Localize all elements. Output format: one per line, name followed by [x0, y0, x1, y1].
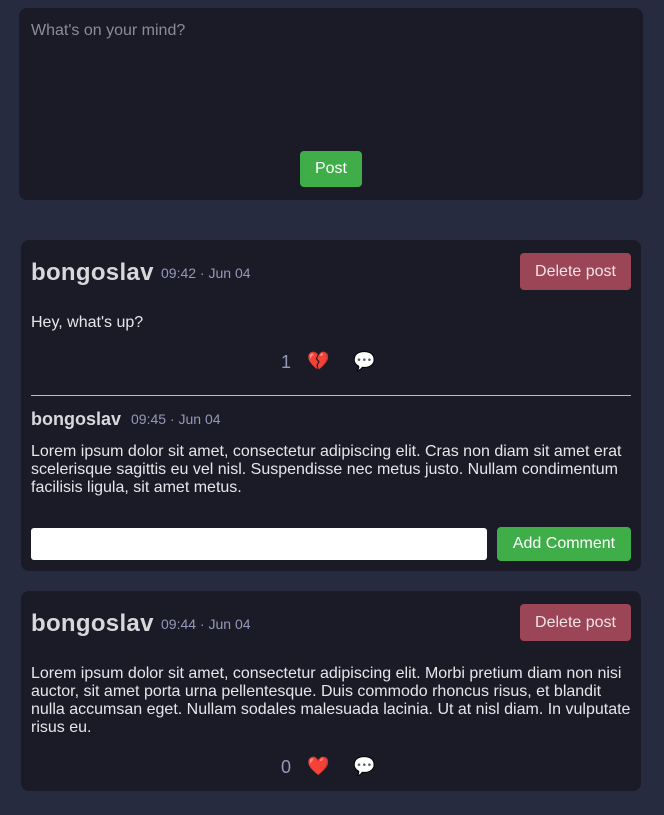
comment-author[interactable]: bongoslav — [31, 409, 121, 430]
broken-heart-icon[interactable]: 💔 — [307, 351, 329, 372]
like-count: 0 — [281, 757, 292, 777]
comment-timestamp: 09:45 · Jun 04 — [131, 411, 221, 427]
post-reactions: 0 ❤️ 💬 — [21, 756, 641, 780]
new-post-composer: Post — [19, 8, 643, 200]
comments-divider — [31, 395, 631, 396]
post-body: Hey, what's up? — [31, 314, 144, 331]
post-card: bongoslav 09:44 · Jun 04 Delete post Lor… — [21, 591, 641, 791]
post-author[interactable]: bongoslav — [31, 610, 154, 638]
add-comment-button[interactable]: Add Comment — [497, 527, 631, 561]
delete-post-button[interactable]: Delete post — [520, 604, 631, 641]
like-count: 1 — [281, 352, 292, 372]
post-timestamp: 09:42 · Jun 04 — [161, 265, 251, 281]
post-timestamp: 09:44 · Jun 04 — [161, 616, 251, 632]
post-reactions: 1 💔 💬 — [21, 351, 641, 375]
speech-bubble-icon[interactable]: 💬 — [353, 756, 375, 777]
speech-bubble-icon[interactable]: 💬 — [353, 351, 375, 372]
post-body: Lorem ipsum dolor sit amet, consectetur … — [31, 665, 631, 736]
post-author[interactable]: bongoslav — [31, 259, 154, 287]
comment-body: Lorem ipsum dolor sit amet, consectetur … — [31, 443, 622, 496]
post-card: bongoslav 09:42 · Jun 04 Delete post Hey… — [21, 240, 641, 571]
delete-post-button[interactable]: Delete post — [520, 253, 631, 290]
post-textarea[interactable] — [31, 22, 631, 142]
comment-input[interactable] — [31, 528, 487, 560]
post-button[interactable]: Post — [300, 151, 362, 187]
heart-icon[interactable]: ❤️ — [307, 756, 329, 777]
